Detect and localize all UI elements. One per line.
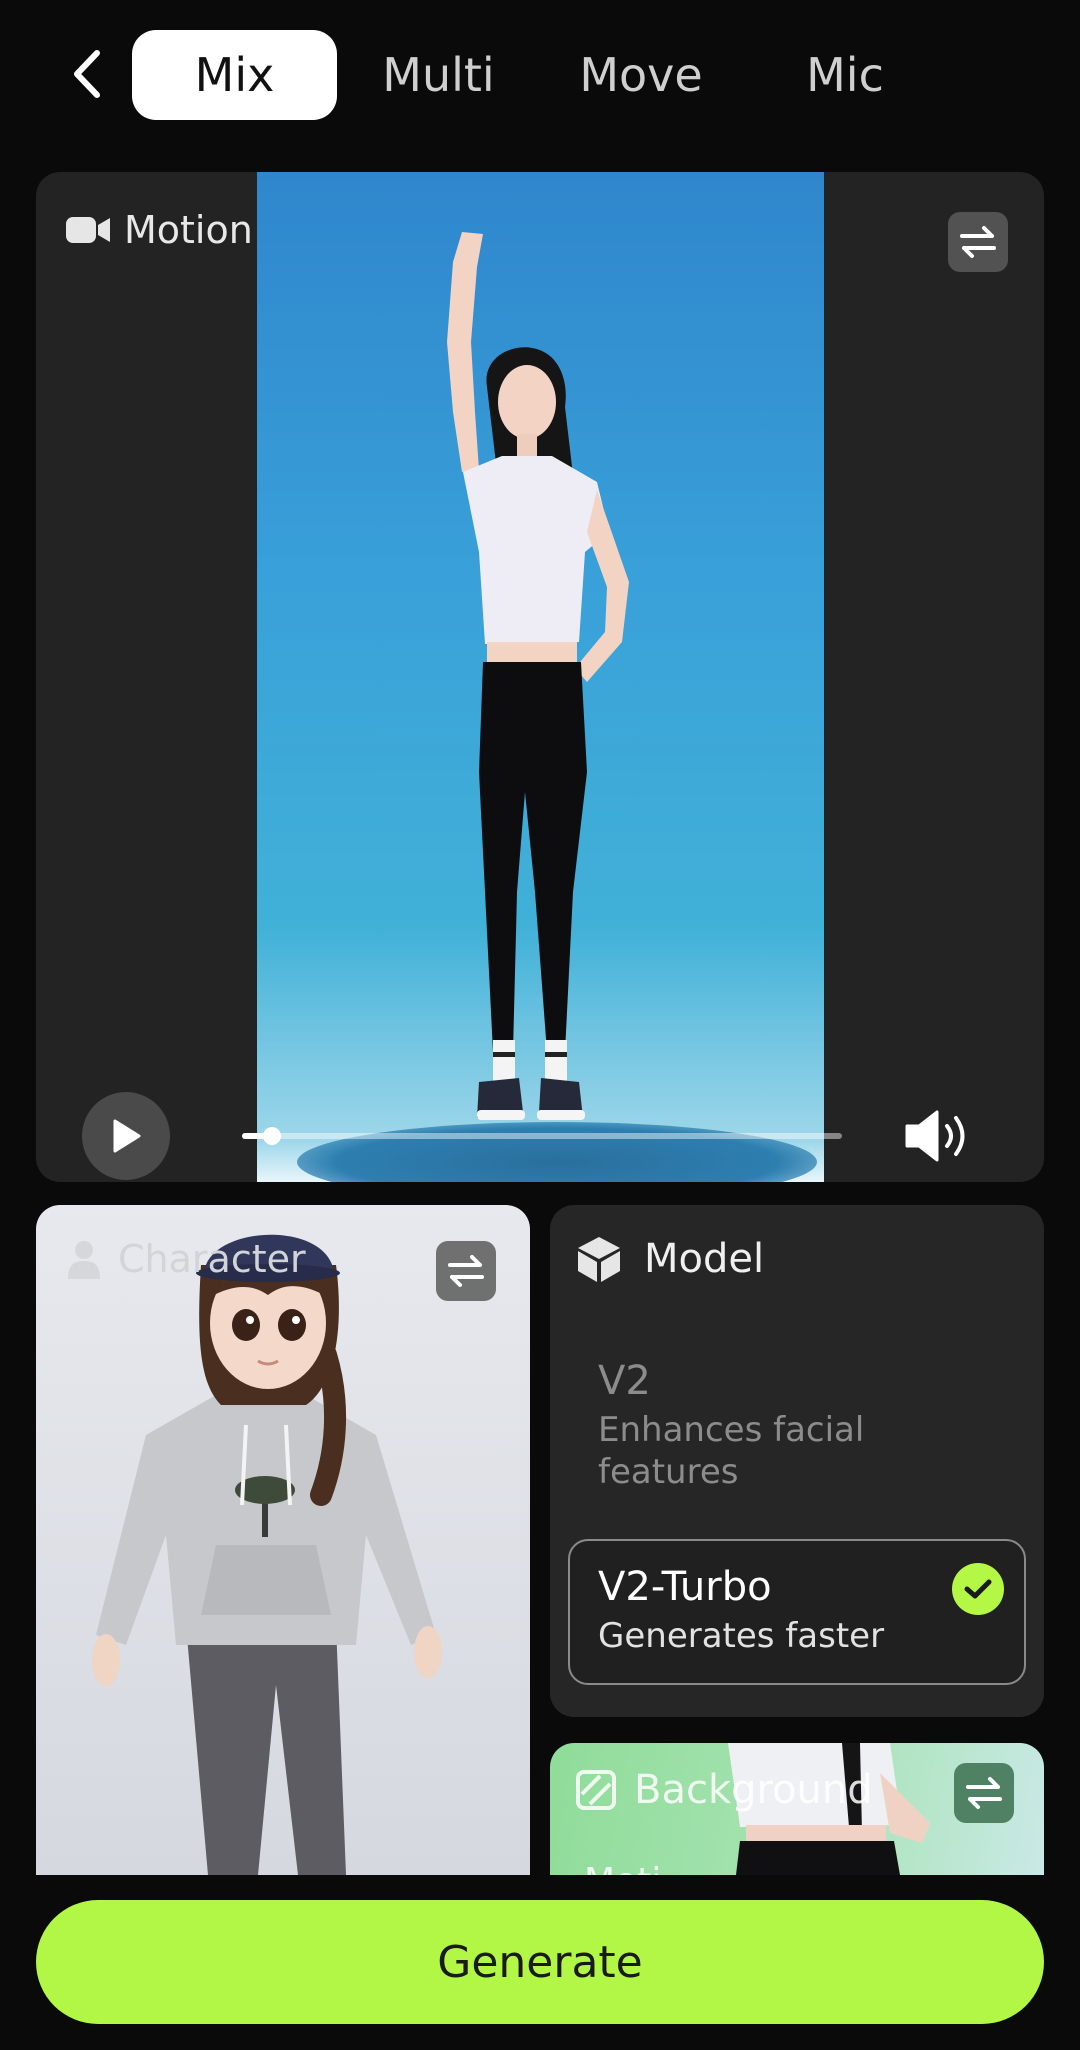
model-label: Model [576, 1235, 764, 1283]
volume-button[interactable] [898, 1100, 976, 1172]
background-title: Background [634, 1767, 873, 1813]
swap-arrows-icon [966, 1777, 1002, 1809]
background-swap-button[interactable] [954, 1763, 1014, 1823]
hatch-icon [576, 1770, 616, 1810]
tab-move[interactable]: Move [556, 30, 726, 120]
model-option-v2[interactable]: V2 Enhances facial features [568, 1347, 1026, 1537]
top-bar: Mix Multi Move Mic [0, 0, 1080, 140]
tab-mix[interactable]: Mix [132, 30, 337, 120]
model-card: Model V2 Enhances facial features V2-Tur… [550, 1205, 1044, 1717]
playback-progress-knob[interactable] [263, 1127, 281, 1145]
check-icon [964, 1579, 992, 1599]
motion-label: Motion [66, 208, 253, 252]
character-swap-button[interactable] [436, 1241, 496, 1301]
video-camera-icon [66, 217, 110, 243]
cube-icon [578, 1237, 620, 1282]
swap-arrows-icon [448, 1255, 484, 1287]
tab-mic[interactable]: Mic [770, 30, 920, 120]
background-label: Background [576, 1767, 873, 1813]
swap-arrows-icon [960, 226, 996, 258]
motion-swap-button[interactable] [948, 212, 1008, 272]
background-subtitle: Moti [584, 1861, 661, 1875]
model-option-description: Enhances facial features [598, 1410, 865, 1492]
play-icon [113, 1119, 141, 1153]
play-button[interactable] [82, 1092, 170, 1180]
dancer-figure [447, 232, 629, 1120]
character-label: Character [66, 1237, 306, 1281]
model-option-description: Generates faster [598, 1616, 885, 1656]
selected-check-badge [952, 1563, 1004, 1615]
model-option-name: V2 [598, 1358, 651, 1404]
tab-multi[interactable]: Multi [356, 30, 521, 120]
model-option-v2-turbo[interactable]: V2-Turbo Generates faster [568, 1539, 1026, 1685]
generate-button[interactable]: Generate [36, 1900, 1044, 2024]
model-title: Model [644, 1236, 765, 1282]
background-card[interactable]: Background Moti [550, 1743, 1044, 1875]
playback-progress-bar[interactable] [242, 1127, 842, 1145]
motion-card: Motion [36, 172, 1044, 1182]
motion-video-preview[interactable] [257, 172, 824, 1182]
character-figure [92, 1234, 442, 1875]
back-button[interactable] [58, 46, 114, 102]
character-title: Character [118, 1237, 306, 1281]
mix-screen: Mix Multi Move Mic Motion Character Mode… [0, 0, 1080, 2050]
chevron-left-icon [74, 50, 100, 98]
character-card[interactable]: Character [36, 1205, 530, 1875]
speaker-icon [905, 1110, 965, 1162]
model-option-name: V2-Turbo [598, 1564, 772, 1610]
motion-title: Motion [124, 208, 253, 252]
person-icon [68, 1241, 100, 1279]
